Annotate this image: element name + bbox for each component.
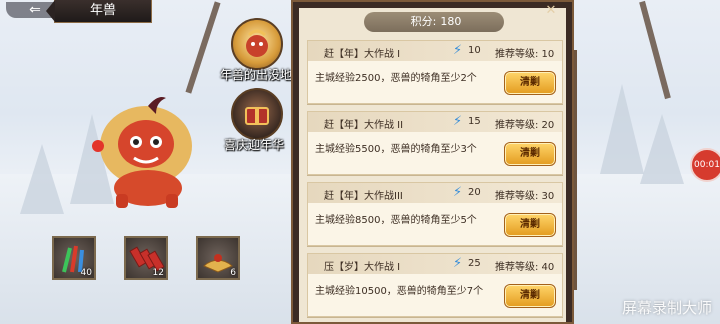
page-title: 年兽 [46, 0, 152, 23]
panel-scrollbar[interactable] [574, 50, 577, 290]
energy-bolt-icon: ⚡ [453, 114, 463, 129]
sweep-button[interactable]: 清剿 [504, 142, 556, 166]
battle-name: 压【岁】大作战 I [324, 262, 401, 273]
energy-cost: 20 [468, 187, 481, 198]
battle-name: 赶【年】大作战 I [324, 49, 401, 60]
snowy-tree [640, 114, 684, 184]
battle-card: 赶【年】大作战 I ⚡ 10 推荐等级: 10 主城经验2500，恶兽的犄角至少… [307, 40, 563, 104]
bare-tree-branch [185, 1, 221, 94]
item-count: 12 [152, 268, 164, 278]
score-label: 积分: [410, 15, 437, 28]
battle-name: 赶【年】大作战 II [324, 120, 404, 131]
close-panel-button[interactable]: ✕ [543, 3, 559, 19]
item-slot-firecracker[interactable]: 12 [124, 236, 168, 280]
recommended-level: 推荐等级: 30 [495, 191, 555, 202]
recommended-level: 推荐等级: 10 [495, 49, 555, 60]
battle-panel-body: 积分: 180 赶【年】大作战 I ⚡ 10 推荐等级: 10 主城经验2500，… [299, 8, 577, 322]
energy-bolt-icon: ⚡ [453, 185, 463, 200]
nian-beast-mascot [92, 97, 192, 208]
back-arrow-icon: ⇐ [29, 2, 41, 18]
energy-cost: 15 [468, 116, 481, 127]
energy-cost: 10 [468, 45, 481, 56]
item-count: 6 [230, 268, 236, 278]
battle-card: 赶【年】大作战 II ⚡ 15 推荐等级: 20 主城经验5500，恶兽的犄角至… [307, 111, 563, 175]
snowy-tree [600, 84, 644, 174]
close-icon: ✕ [545, 3, 557, 18]
nian-haunt-button[interactable] [231, 18, 283, 70]
recommended-level: 推荐等级: 20 [495, 120, 555, 131]
energy-bolt-icon: ⚡ [453, 256, 463, 271]
watermark: 屏幕录制大师 [621, 299, 712, 317]
battle-reward: 主城经验8500，恶兽的犄角至少5个 [315, 215, 477, 226]
nian-beast-icon [246, 29, 268, 57]
item-slot-firework[interactable]: 40 [52, 236, 96, 280]
festive-event-label: 喜庆迎年华 [224, 138, 285, 152]
energy-bolt-icon: ⚡ [453, 43, 463, 58]
sweep-button[interactable]: 清剿 [504, 213, 556, 237]
nian-haunt-label: 年兽的出没地 [220, 68, 293, 82]
item-slot-fan[interactable]: 6 [196, 236, 240, 280]
sweep-button[interactable]: 清剿 [504, 71, 556, 95]
battle-reward: 主城经验10500，恶兽的犄角至少7个 [315, 286, 484, 297]
record-timer-badge[interactable]: 00:01 [690, 148, 720, 182]
snowy-tree [20, 144, 64, 214]
battle-panel: 积分: 180 赶【年】大作战 I ⚡ 10 推荐等级: 10 主城经验2500，… [291, 0, 577, 324]
sweep-button[interactable]: 清剿 [504, 284, 556, 308]
item-count: 40 [80, 268, 92, 278]
battle-reward: 主城经验2500，恶兽的犄角至少2个 [315, 73, 477, 84]
score-value: 180 [440, 15, 462, 28]
battle-name: 赶【年】大作战III [324, 191, 403, 202]
battle-reward: 主城经验5500，恶兽的犄角至少3个 [315, 144, 477, 155]
recommended-level: 推荐等级: 40 [495, 262, 555, 273]
festive-event-button[interactable] [231, 88, 283, 140]
battle-card: 压【岁】大作战 I ⚡ 25 推荐等级: 40 主城经验10500，恶兽的犄角至… [307, 253, 563, 317]
battle-card: 赶【年】大作战III ⚡ 20 推荐等级: 30 主城经验8500，恶兽的犄角至… [307, 182, 563, 246]
gift-chest-icon [245, 107, 269, 125]
score-display: 积分: 180 [364, 12, 504, 32]
energy-cost: 25 [468, 258, 481, 269]
